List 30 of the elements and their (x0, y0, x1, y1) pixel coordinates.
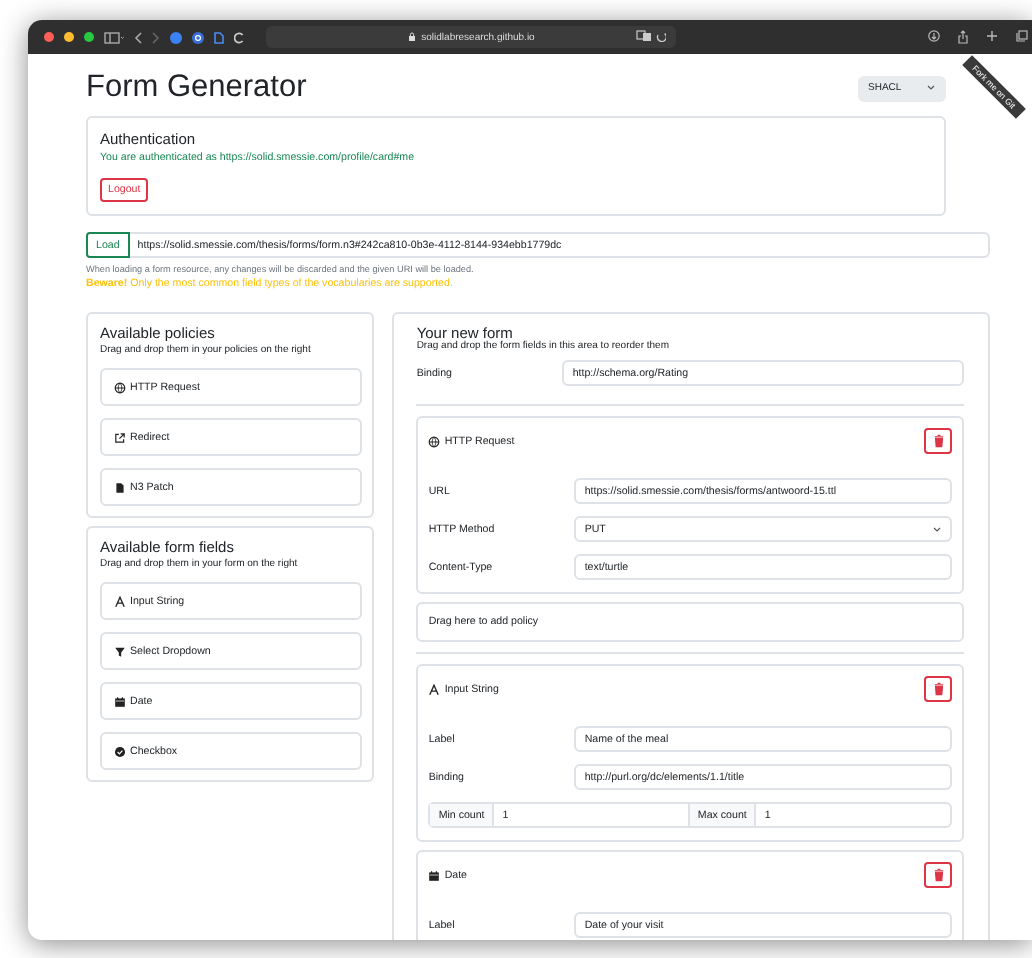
back-icon[interactable] (134, 31, 142, 43)
reload-icon[interactable] (234, 31, 244, 43)
file-icon (114, 481, 126, 493)
chevron-down-icon (926, 84, 936, 92)
globe-icon (428, 435, 441, 447)
translate-icon[interactable] (636, 30, 652, 42)
trash-icon (931, 434, 945, 448)
funnel-icon (114, 645, 126, 657)
delete-button[interactable] (924, 676, 952, 702)
download-icon[interactable] (928, 30, 940, 42)
trash-icon (931, 682, 945, 696)
trash-icon (931, 868, 945, 882)
globe-icon (114, 381, 126, 393)
delete-button[interactable] (924, 428, 952, 454)
plus-icon[interactable] (986, 30, 998, 42)
delete-button[interactable] (924, 862, 952, 888)
external-link-icon (114, 431, 126, 443)
calendar-icon (428, 869, 441, 881)
sidebar-icon[interactable] (104, 31, 124, 43)
check-circle-icon (114, 745, 126, 757)
lock-icon (407, 32, 416, 42)
letter-a-icon (428, 683, 441, 695)
chevron-down-icon (932, 525, 942, 533)
reload-icon[interactable] (656, 30, 666, 42)
tabs-icon[interactable] (1016, 30, 1028, 42)
letter-a-icon (114, 595, 126, 607)
calendar-icon (114, 695, 126, 707)
document-icon[interactable] (214, 31, 224, 43)
share-icon[interactable] (958, 30, 968, 44)
page-title: Form Generator (86, 70, 307, 106)
